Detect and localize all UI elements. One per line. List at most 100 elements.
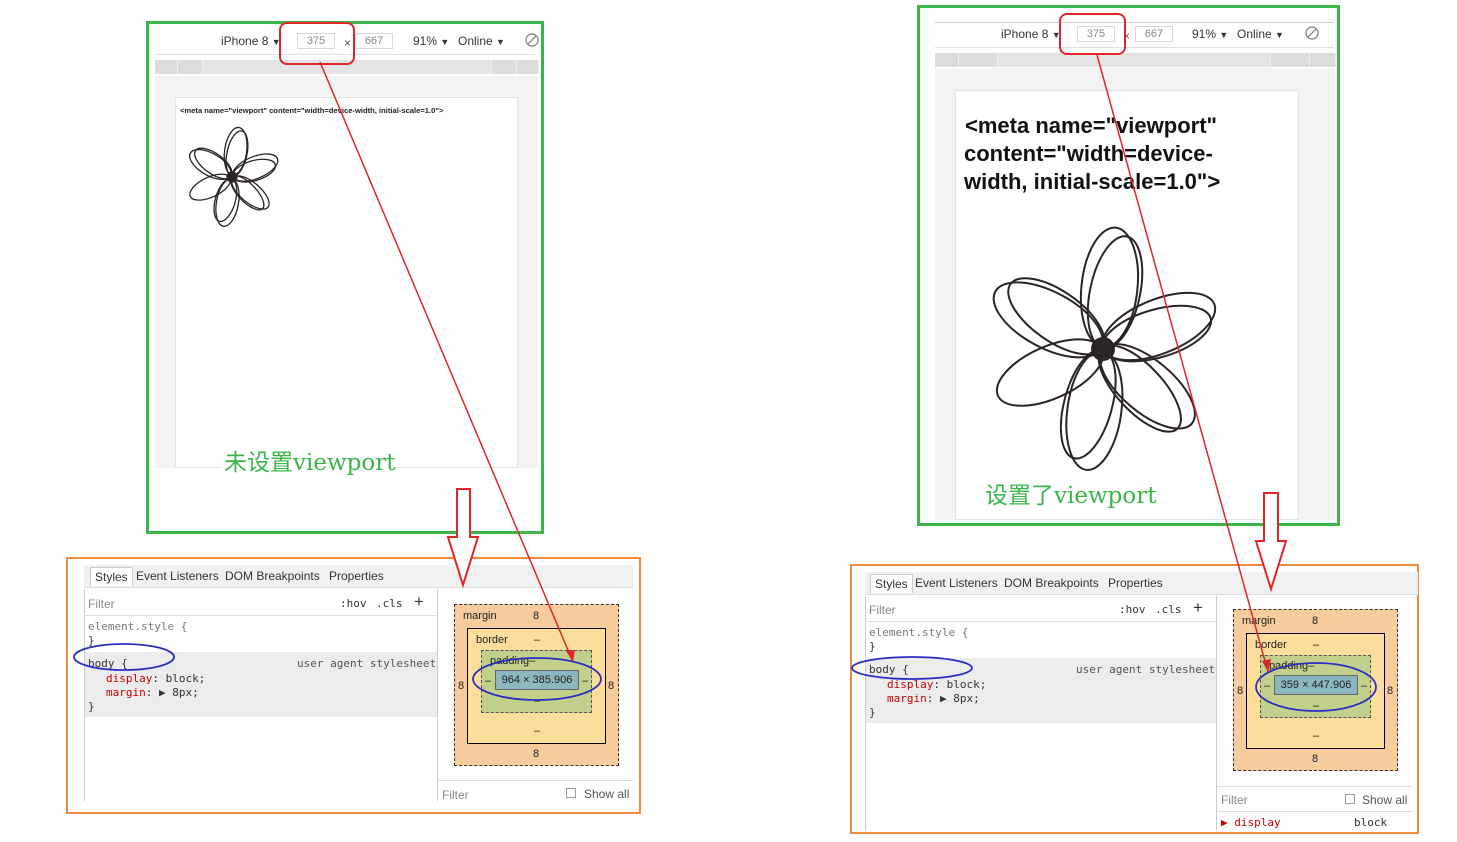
media-query-ruler[interactable]: [935, 53, 1336, 67]
padding-left-value: –: [1264, 680, 1271, 692]
hov-toggle[interactable]: :hov: [340, 597, 367, 610]
left-device-preview-frame: iPhone 8 ▼ 375 × 667 91% ▼ Online ▼ <met…: [146, 21, 544, 534]
padding-bottom-value: –: [1313, 700, 1320, 712]
cls-toggle[interactable]: .cls: [1155, 603, 1182, 616]
margin-bottom-value: 8: [533, 748, 540, 760]
tab-dom-breakpoints[interactable]: DOM Breakpoints: [1004, 576, 1099, 590]
network-select[interactable]: Online ▼: [1237, 27, 1284, 41]
computed-separator-2: [1217, 811, 1413, 812]
flower-sketch: [992, 226, 1217, 471]
device-toolbar: iPhone 8 ▼ 375 × 667 91% ▼ Online ▼: [935, 22, 1334, 48]
zoom-select[interactable]: 91% ▼: [413, 34, 449, 48]
box-model-content[interactable]: 964 × 385.906: [495, 670, 579, 690]
network-select[interactable]: Online ▼: [458, 34, 505, 48]
box-model-padding: padding– – – – 964 × 385.906: [481, 650, 592, 713]
box-model-margin: margin 8 8 8 8 border – – padding– – – –…: [1233, 609, 1398, 771]
device-name: iPhone 8: [1001, 27, 1049, 41]
margin-left-value: 8: [458, 680, 465, 692]
filter-separator: [84, 615, 437, 616]
pane-split: [1216, 596, 1217, 831]
body-rule-close: }: [869, 706, 876, 719]
zoom-value: 91%: [1192, 27, 1217, 41]
show-all-label: Show all: [1362, 793, 1408, 807]
box-model-border: border – – padding– – – – 964 × 385.906: [467, 628, 606, 744]
computed-filter-input[interactable]: Filter: [1221, 793, 1248, 807]
margin-val: : ▶ 8px;: [926, 692, 980, 705]
network-value: Online: [1237, 27, 1272, 41]
display-val: : block;: [152, 672, 206, 685]
computed-filter-input[interactable]: Filter: [442, 788, 469, 802]
zoom-value: 91%: [413, 34, 438, 48]
network-value: Online: [458, 34, 493, 48]
devtools-tabs: Styles Event Listeners DOM Breakpoints P…: [84, 565, 633, 588]
tab-properties[interactable]: Properties: [1108, 576, 1163, 590]
chevron-down-icon: ▼: [496, 37, 505, 47]
border-top-value: –: [534, 634, 541, 646]
new-rule-button[interactable]: +: [1193, 598, 1203, 618]
border-label: border: [1255, 639, 1287, 651]
rotate-icon[interactable]: [1305, 26, 1319, 43]
hov-toggle[interactable]: :hov: [1119, 603, 1146, 616]
margin-right-value: 8: [1387, 685, 1394, 697]
element-style-close: }: [869, 640, 876, 653]
margin-top-value: 8: [1312, 615, 1319, 627]
element-style-rule: element.style {: [869, 626, 969, 639]
left-devtools-frame: Styles Event Listeners DOM Breakpoints P…: [66, 557, 641, 814]
border-bottom-value: –: [534, 725, 541, 737]
device-viewport: <meta name="viewport" content="width=dev…: [175, 97, 518, 468]
margin-label: margin: [463, 610, 497, 622]
tab-styles[interactable]: Styles: [870, 574, 913, 593]
meta-tag-line-3: width, initial-scale=1.0">: [964, 169, 1221, 194]
computed-display-prop[interactable]: ▶ display: [1221, 816, 1281, 829]
styles-filter-input[interactable]: Filter: [88, 597, 115, 611]
box-model-margin: margin 8 8 8 8 border – – padding– – – –…: [454, 604, 619, 766]
margin-label: margin: [1242, 615, 1276, 627]
display-declaration: display: block;: [887, 678, 986, 691]
box-model-border: border – – padding– – – – 359 × 447.906: [1246, 633, 1385, 749]
margin-left-value: 8: [1237, 685, 1244, 697]
right-device-preview-frame: iPhone 8 ▼ 375 × 667 91% ▼ Online ▼ <met…: [917, 5, 1340, 526]
margin-prop: margin: [887, 692, 927, 705]
meta-tag-text: <meta name="viewport" content="width=dev…: [180, 106, 444, 115]
zoom-select[interactable]: 91% ▼: [1192, 27, 1228, 41]
box-model-content[interactable]: 359 × 447.906: [1274, 675, 1358, 695]
height-input[interactable]: 667: [355, 33, 393, 49]
cls-toggle[interactable]: .cls: [376, 597, 403, 610]
border-label: border: [476, 634, 508, 646]
rotate-icon[interactable]: [525, 33, 539, 50]
padding-label: padding–: [490, 655, 536, 667]
device-select[interactable]: iPhone 8 ▼: [221, 34, 281, 48]
tab-properties[interactable]: Properties: [329, 569, 384, 583]
padding-right-value: –: [582, 675, 589, 687]
caption-no-viewport: 未设置viewport: [222, 443, 398, 477]
display-declaration: display: block;: [106, 672, 205, 685]
show-all-checkbox[interactable]: [1345, 794, 1355, 804]
tab-styles[interactable]: Styles: [90, 567, 133, 586]
device-select[interactable]: iPhone 8 ▼: [1001, 27, 1061, 41]
meta-tag-line-1: <meta name="viewport": [965, 113, 1217, 138]
right-devtools-frame: Styles Event Listeners DOM Breakpoints P…: [850, 564, 1419, 834]
styles-filter-input[interactable]: Filter: [869, 603, 896, 617]
margin-val: : ▶ 8px;: [145, 686, 199, 699]
padding-right-value: –: [1361, 680, 1368, 692]
computed-separator: [438, 780, 633, 781]
margin-prop: margin: [106, 686, 146, 699]
element-style-close: }: [88, 634, 95, 647]
device-name: iPhone 8: [221, 34, 269, 48]
show-all-checkbox[interactable]: [566, 788, 576, 798]
display-val: : block;: [933, 678, 987, 691]
body-selector: body {: [88, 657, 128, 670]
height-input[interactable]: 667: [1135, 26, 1173, 42]
tab-event-listeners[interactable]: Event Listeners: [915, 576, 998, 590]
computed-separator: [1217, 786, 1413, 787]
display-prop: display: [106, 672, 153, 685]
margin-right-value: 8: [608, 680, 615, 692]
tab-event-listeners[interactable]: Event Listeners: [136, 569, 219, 583]
rule-source: user agent stylesheet: [1076, 663, 1216, 676]
element-style-rule: element.style {: [88, 620, 188, 633]
tab-dom-breakpoints[interactable]: DOM Breakpoints: [225, 569, 320, 583]
pane-split: [437, 589, 438, 801]
rule-source: user agent stylesheet: [297, 657, 437, 670]
new-rule-button[interactable]: +: [414, 592, 424, 612]
flower-sketch: [189, 126, 279, 227]
